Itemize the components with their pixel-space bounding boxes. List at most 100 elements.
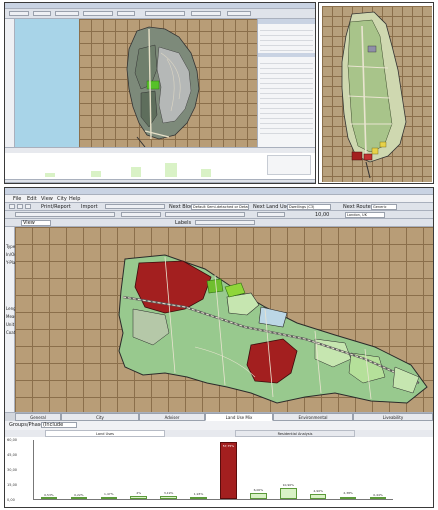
toolbar-button[interactable] (9, 204, 15, 209)
next-route-label: Next Route (343, 204, 371, 210)
toolbar-button[interactable] (33, 11, 51, 16)
toolbar-button[interactable] (145, 11, 185, 16)
tab-environmental[interactable]: Environmental (273, 413, 353, 421)
tab-adviser[interactable]: Adviser (139, 413, 205, 421)
property-row[interactable] (260, 95, 313, 99)
property-row[interactable] (260, 120, 313, 124)
toolbar-button[interactable] (257, 212, 285, 217)
toolbar (5, 9, 315, 19)
map-canvas[interactable] (15, 227, 433, 412)
property-row[interactable] (260, 27, 313, 31)
toolbar-button[interactable] (191, 11, 221, 16)
status-bar (5, 179, 315, 183)
chart-plot-area: 0,53% 0,22% 1,47% 2% 3,19% 1,93% 57,75% 6,00% 10… (33, 440, 393, 500)
chart-data-label: 0,22% (74, 493, 84, 498)
next-block-select[interactable]: Default Semi-detached or Detache (191, 204, 249, 210)
property-row[interactable] (260, 115, 313, 119)
toolbar-button[interactable] (105, 204, 165, 209)
main-app-screenshot: File Edit View City Help Print/Report Im… (4, 187, 434, 508)
left-sidebar: Type In/Out Y-Plat Length Meas Unit Coat… (5, 227, 20, 412)
property-row[interactable] (260, 70, 313, 74)
tab-strip: General City Adviser Land Use Mix Enviro… (5, 412, 433, 421)
toolbar-button[interactable] (227, 11, 251, 16)
view-toolbar: View Labels (5, 219, 433, 227)
property-row[interactable] (260, 60, 313, 64)
chart-bar (339, 496, 357, 499)
property-row[interactable] (260, 80, 313, 84)
tab-land-use-mix[interactable]: Land Use Mix (205, 413, 273, 421)
chart-data-label: 10,90% (282, 483, 295, 487)
mini-chart-bar (91, 171, 101, 177)
mini-chart (5, 153, 315, 179)
y-tick-label: 30,00 (7, 468, 18, 472)
tab-label: Liveability (382, 415, 404, 420)
toolbar-button[interactable] (25, 204, 31, 209)
property-row[interactable] (260, 42, 313, 46)
properties-section-header (258, 53, 315, 57)
toolbar-button[interactable] (15, 212, 115, 217)
city-plan-map[interactable] (15, 227, 433, 412)
property-row[interactable] (260, 125, 313, 129)
chart-bar (160, 495, 177, 499)
groups-phases-select[interactable]: (Include (41, 422, 77, 428)
chart-bar (250, 493, 267, 499)
tab-city[interactable]: City (61, 413, 139, 421)
property-row[interactable] (260, 65, 313, 69)
property-row[interactable] (260, 75, 313, 79)
toolbar-button[interactable] (55, 11, 79, 16)
tab-liveability[interactable]: Liveability (353, 413, 433, 421)
tab-label: Environmental (298, 415, 328, 420)
import-button[interactable]: Import (81, 205, 98, 210)
toolbar-button[interactable] (165, 212, 245, 217)
menu-file[interactable]: File (13, 197, 21, 202)
city-plan-map[interactable] (79, 19, 257, 147)
tab-label: Land Use Mix (225, 415, 253, 420)
subtab-land-uses[interactable]: Land Uses (45, 430, 165, 437)
chart-data-label: 57,75% (222, 443, 235, 448)
next-land-use-select[interactable]: Dwellings (C3) (287, 204, 331, 210)
print-report-button[interactable]: Print/Report (41, 205, 71, 210)
toolbar-button[interactable] (121, 212, 161, 217)
toolbar-button[interactable] (9, 11, 29, 16)
map-canvas[interactable] (79, 19, 257, 147)
chart-bar (190, 497, 207, 499)
chart-data-label: 0,44% (373, 493, 383, 498)
chart-bar (130, 496, 147, 499)
subtab-label: Land Uses (95, 432, 114, 436)
property-row[interactable] (260, 85, 313, 89)
menu-help[interactable]: Help (69, 197, 80, 202)
menu-view[interactable]: View (41, 197, 53, 202)
labels-button[interactable]: Labels (175, 221, 191, 226)
mini-chart-legend (267, 155, 311, 175)
property-row[interactable] (260, 47, 313, 51)
toolbar-button[interactable] (83, 11, 113, 16)
property-row[interactable] (260, 32, 313, 36)
left-sidebar (5, 19, 15, 147)
chart-bar (280, 488, 297, 499)
toolbar-button[interactable] (117, 11, 135, 16)
main-toolbar: Print/Report Import Next Block Default S… (5, 203, 433, 211)
location-select[interactable]: London, UK (345, 212, 385, 218)
menu-edit[interactable]: Edit (27, 197, 37, 202)
secondary-toolbar: 10,00 London, UK (5, 211, 433, 219)
map-sky (15, 19, 79, 147)
subtab-residential-analysis[interactable]: Residential Analysis (235, 430, 355, 437)
property-row[interactable] (260, 37, 313, 41)
sidebar-label: Type (6, 244, 16, 249)
property-row[interactable] (260, 90, 313, 94)
property-row[interactable] (260, 110, 313, 114)
toolbar-button[interactable] (17, 204, 23, 209)
tab-label: Adviser (164, 415, 180, 420)
menu-city[interactable]: City (57, 197, 67, 202)
property-row[interactable] (260, 105, 313, 109)
chart-data-label: 0,53% (44, 493, 54, 498)
toolbar-button[interactable] (195, 220, 255, 225)
y-tick-label: 0,00 (7, 498, 15, 502)
property-row[interactable] (260, 130, 313, 134)
view-select[interactable]: View (21, 220, 51, 226)
chart-data-label: 1,93% (193, 491, 204, 496)
tab-general[interactable]: General (15, 413, 61, 421)
zoom-value[interactable]: 10,00 (315, 213, 329, 218)
next-route-select[interactable]: Generic (371, 204, 397, 210)
property-row[interactable] (260, 100, 313, 104)
